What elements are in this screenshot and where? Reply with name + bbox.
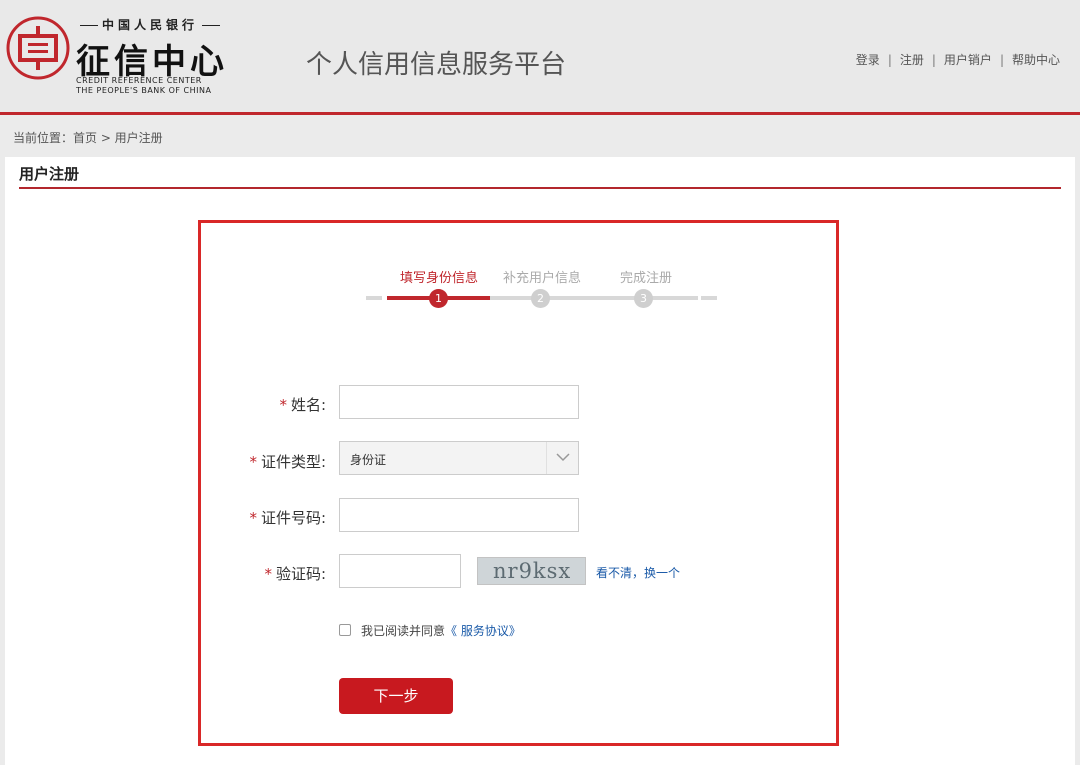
step-track-end xyxy=(701,296,717,300)
credit-center-emblem-icon xyxy=(6,16,70,80)
captcha-image[interactable]: nr9ksx xyxy=(477,557,586,585)
header-divider xyxy=(0,112,1080,115)
captcha-image-text: nr9ksx xyxy=(493,559,572,583)
agree-text: 我已阅读并同意《 服务协议》 xyxy=(361,622,521,639)
id-type-label: * 证件类型: xyxy=(186,451,326,472)
step-3-label: 完成注册 xyxy=(620,271,673,286)
name-label: * 姓名: xyxy=(186,394,326,415)
name-input[interactable] xyxy=(339,385,579,419)
step-2-label: 补充用户信息 xyxy=(503,271,582,286)
nav-separator: | xyxy=(887,53,892,67)
logo-english-line2: THE PEOPLE'S BANK OF CHINA xyxy=(76,86,212,95)
id-type-select[interactable]: 身份证 xyxy=(339,441,579,475)
id-number-label: * 证件号码: xyxy=(186,507,326,528)
agree-prefix: 我已阅读并同意 xyxy=(361,624,446,638)
agree-checkbox[interactable] xyxy=(339,624,351,636)
captcha-refresh-link[interactable]: 看不清，换一个 xyxy=(596,564,680,581)
step-2-circle: 2 xyxy=(531,289,550,308)
captcha-label: * 验证码: xyxy=(186,563,326,584)
required-star: * xyxy=(279,396,287,414)
help-center-link[interactable]: 帮助中心 xyxy=(1012,53,1060,67)
id-number-input[interactable] xyxy=(339,498,579,532)
login-link[interactable]: 登录 xyxy=(856,53,880,67)
platform-title: 个人信用信息服务平台 xyxy=(306,50,567,80)
register-link[interactable]: 注册 xyxy=(900,53,924,67)
id-number-label-text: 证件号码: xyxy=(260,509,326,527)
required-star: * xyxy=(264,565,272,583)
next-step-button[interactable]: 下一步 xyxy=(339,678,453,714)
pboc-credit-center-logo[interactable]: 中国人民银行 征信中心 CREDIT REFERENCE CENTER THE … xyxy=(6,14,246,100)
breadcrumb: 当前位置：首页 > 用户注册 xyxy=(13,131,163,145)
logo-bank-name-cn: 中国人民银行 xyxy=(76,16,224,33)
step-1-label: 填写身份信息 xyxy=(400,271,479,286)
id-type-label-text: 证件类型: xyxy=(260,453,326,471)
captcha-label-text: 验证码: xyxy=(275,565,326,583)
logo-english-line1: CREDIT REFERENCE CENTER xyxy=(76,76,202,85)
step-track-2-3 xyxy=(490,296,698,300)
chevron-down-icon xyxy=(546,442,578,474)
captcha-input[interactable] xyxy=(339,554,461,588)
page-title: 用户注册 xyxy=(19,165,80,183)
site-header: 中国人民银行 征信中心 CREDIT REFERENCE CENTER THE … xyxy=(0,0,1080,113)
top-nav: 登录 | 注册 | 用户销户 | 帮助中心 xyxy=(856,51,1060,68)
required-star: * xyxy=(249,509,257,527)
required-star: * xyxy=(249,453,257,471)
title-divider xyxy=(19,187,1061,189)
main-panel: 用户注册 填写身份信息 补充用户信息 完成注册 1 2 3 * 姓名: * 证件类型… xyxy=(5,157,1075,765)
service-agreement-link[interactable]: 《 服务协议》 xyxy=(445,624,521,638)
step-3-circle: 3 xyxy=(634,289,653,308)
registration-form: 填写身份信息 补充用户信息 完成注册 1 2 3 * 姓名: * 证件类型: 身份证… xyxy=(198,220,839,746)
id-type-selected-value: 身份证 xyxy=(350,453,387,467)
step-1-circle: 1 xyxy=(429,289,448,308)
name-label-text: 姓名: xyxy=(290,396,326,414)
nav-separator: | xyxy=(931,53,936,67)
nav-separator: | xyxy=(999,53,1004,67)
step-track-start xyxy=(366,296,382,300)
close-account-link[interactable]: 用户销户 xyxy=(944,53,992,67)
